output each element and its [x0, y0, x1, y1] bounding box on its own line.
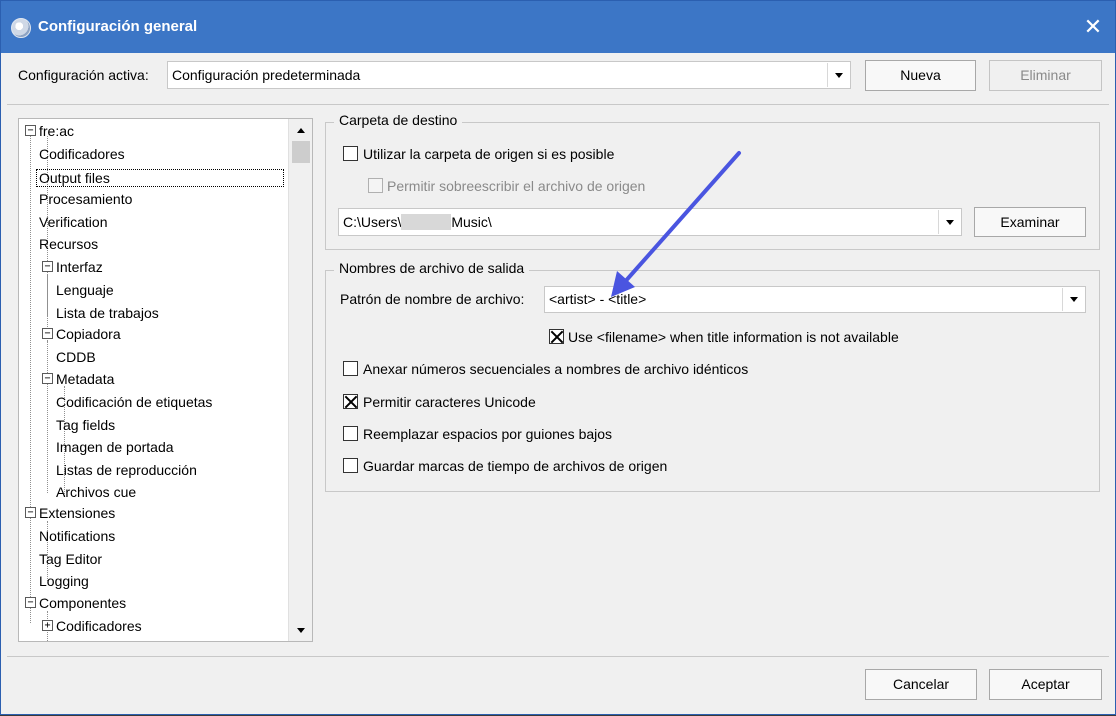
settings-window: Configuración general ✕ Configuración ac…	[0, 0, 1116, 715]
cancel-button[interactable]: Cancelar	[865, 669, 977, 700]
accept-button[interactable]: Aceptar	[989, 669, 1102, 700]
footer-divider	[7, 656, 1109, 657]
annotation-arrow-icon	[611, 151, 741, 297]
